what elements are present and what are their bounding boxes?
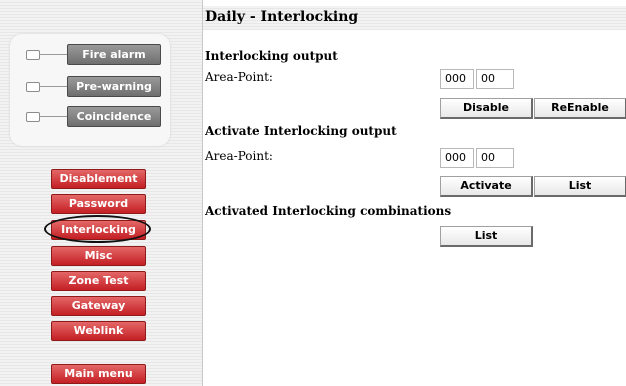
selected-marker: [44, 215, 151, 243]
activated-combinations-heading: Activated Interlocking combinations: [205, 204, 452, 218]
activate-output-heading: Activate Interlocking output: [205, 124, 397, 138]
sidebar: Fire alarm Pre-warning Coincidence Disab…: [0, 0, 203, 386]
activate-output-area-input[interactable]: 000: [440, 148, 474, 168]
disable-button[interactable]: Disable: [440, 98, 533, 119]
fire-alarm-led-icon: [26, 50, 40, 60]
status-panel: Fire alarm Pre-warning Coincidence: [10, 34, 170, 146]
interlocking-output-area-input[interactable]: 000: [440, 69, 474, 89]
activate-output-area-point-label: Area-Point:: [205, 149, 273, 163]
interlocking-output-heading: Interlocking output: [205, 49, 338, 63]
menu-disablement-button[interactable]: Disablement: [51, 169, 146, 189]
status-fire-alarm: Fire alarm: [10, 44, 170, 66]
pre-warning-indicator: Pre-warning: [67, 76, 161, 97]
menu-misc-button[interactable]: Misc: [51, 246, 146, 266]
status-pre-warning: Pre-warning: [10, 76, 170, 98]
status-coincidence: Coincidence: [10, 106, 170, 128]
page-title: Daily - Interlocking: [205, 9, 359, 25]
reenable-button[interactable]: ReEnable: [534, 98, 626, 119]
menu-weblink-button[interactable]: Weblink: [51, 321, 146, 341]
title-bar: Daily - Interlocking: [203, 6, 626, 30]
coincidence-led-icon: [26, 112, 40, 122]
main-menu-button[interactable]: Main menu: [51, 364, 146, 384]
interlocking-output-point-input[interactable]: 00: [476, 69, 514, 89]
interlocking-output-area-point-label: Area-Point:: [205, 70, 273, 84]
activate-button[interactable]: Activate: [440, 176, 533, 197]
activate-list-button[interactable]: List: [534, 176, 626, 197]
combinations-list-button[interactable]: List: [440, 226, 533, 247]
activate-output-point-input[interactable]: 00: [476, 148, 514, 168]
menu-gateway-button[interactable]: Gateway: [51, 296, 146, 316]
coincidence-indicator: Coincidence: [67, 106, 161, 127]
menu-password-button[interactable]: Password: [51, 194, 146, 214]
fire-alarm-indicator: Fire alarm: [67, 44, 161, 65]
menu-zone-test-button[interactable]: Zone Test: [51, 271, 146, 291]
pre-warning-led-icon: [26, 82, 40, 92]
main-content: Daily - Interlocking Interlocking output…: [203, 0, 626, 386]
